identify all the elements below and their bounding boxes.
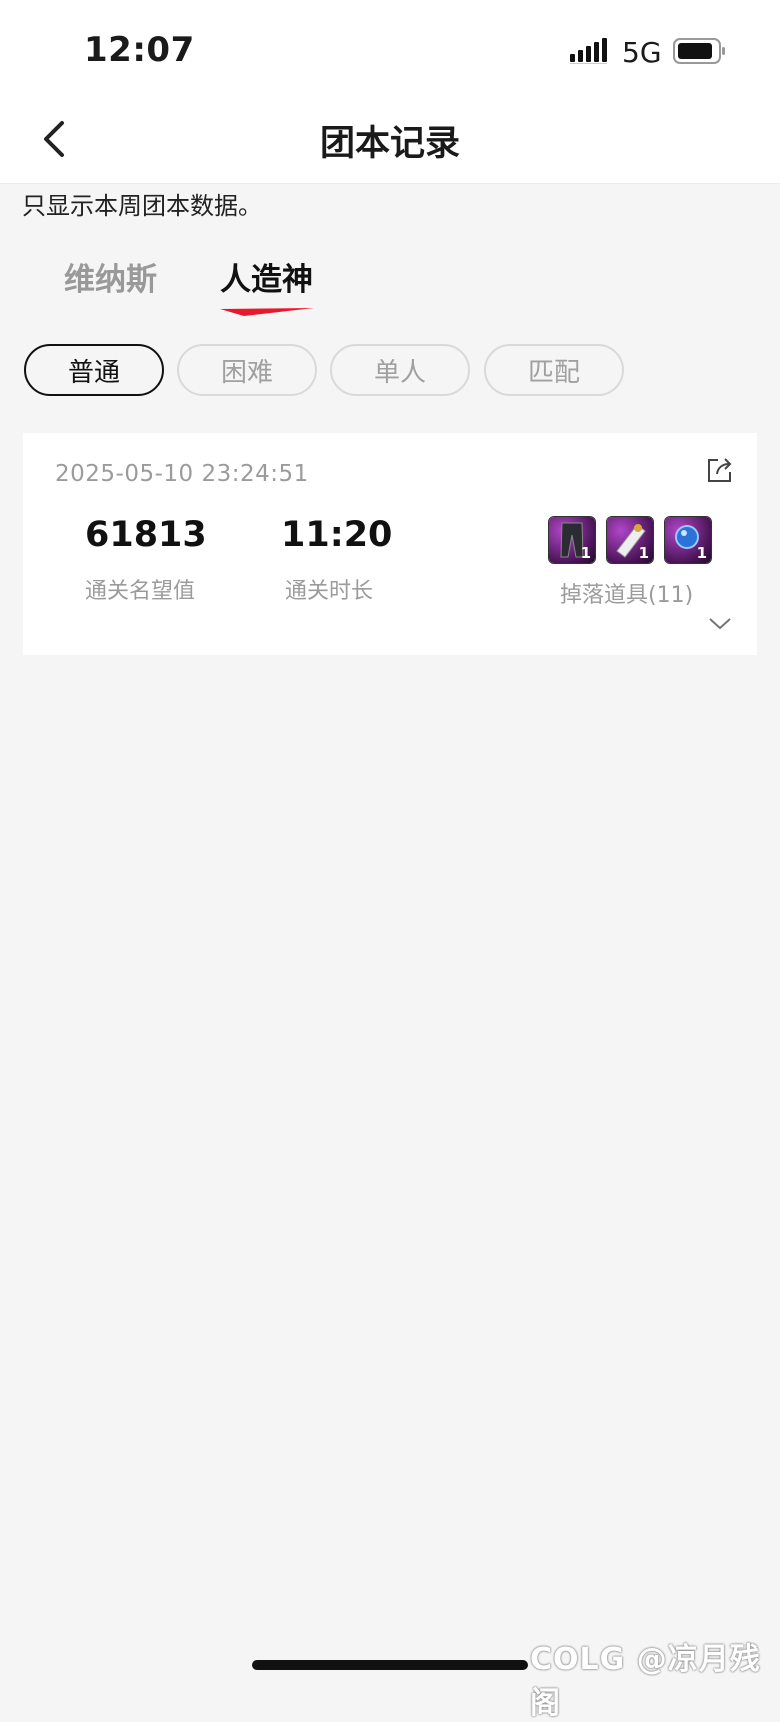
notice-text: 只显示本周团本数据。 — [22, 192, 262, 220]
filter-solo[interactable]: 单人 — [330, 344, 470, 396]
active-tab-indicator — [220, 308, 314, 316]
chevron-down-icon[interactable] — [707, 613, 733, 633]
watermark: COLG @凉月残阁 — [530, 1642, 761, 1721]
page-title: 团本记录 — [319, 124, 460, 164]
duration-value: 11:20 — [281, 515, 393, 555]
status-time: 12:07 — [84, 30, 195, 70]
item-quantity: 1 — [580, 544, 591, 562]
share-icon[interactable] — [705, 455, 735, 485]
filter-normal[interactable]: 普通 — [24, 344, 164, 396]
reputation-label: 通关名望值 — [85, 579, 196, 604]
tab-venus[interactable]: 维纳斯 — [64, 254, 157, 299]
filter-match[interactable]: 匹配 — [484, 344, 624, 396]
blue-orb-item-icon[interactable]: 1 — [665, 517, 711, 563]
drop-items: 1 1 1 — [549, 517, 717, 565]
item-quantity: 1 — [638, 544, 649, 562]
network-type: 5G — [622, 36, 662, 69]
filter-hard[interactable]: 困难 — [177, 344, 317, 396]
raid-tabs: 维纳斯 人造神 — [0, 250, 780, 320]
record-date: 2025-05-10 23:24:51 — [55, 461, 309, 487]
white-scroll-item-icon[interactable]: 1 — [607, 517, 653, 563]
signal-icon — [570, 38, 607, 64]
raid-record-card: 2025-05-10 23:24:51 61813 通关名望值 11:20 通关… — [23, 433, 757, 655]
dark-pants-item-icon[interactable]: 1 — [549, 517, 595, 563]
drop-items-label: 掉落道具(11) — [560, 583, 694, 608]
tab-artificial-god[interactable]: 人造神 — [220, 254, 313, 299]
home-indicator[interactable] — [252, 1660, 528, 1670]
battery-icon — [673, 38, 725, 64]
status-bar: 12:07 5G — [0, 0, 780, 95]
item-quantity: 1 — [696, 544, 707, 562]
reputation-value: 61813 — [85, 515, 207, 555]
nav-bar: 团本记录 — [0, 95, 780, 184]
duration-label: 通关时长 — [285, 579, 374, 604]
